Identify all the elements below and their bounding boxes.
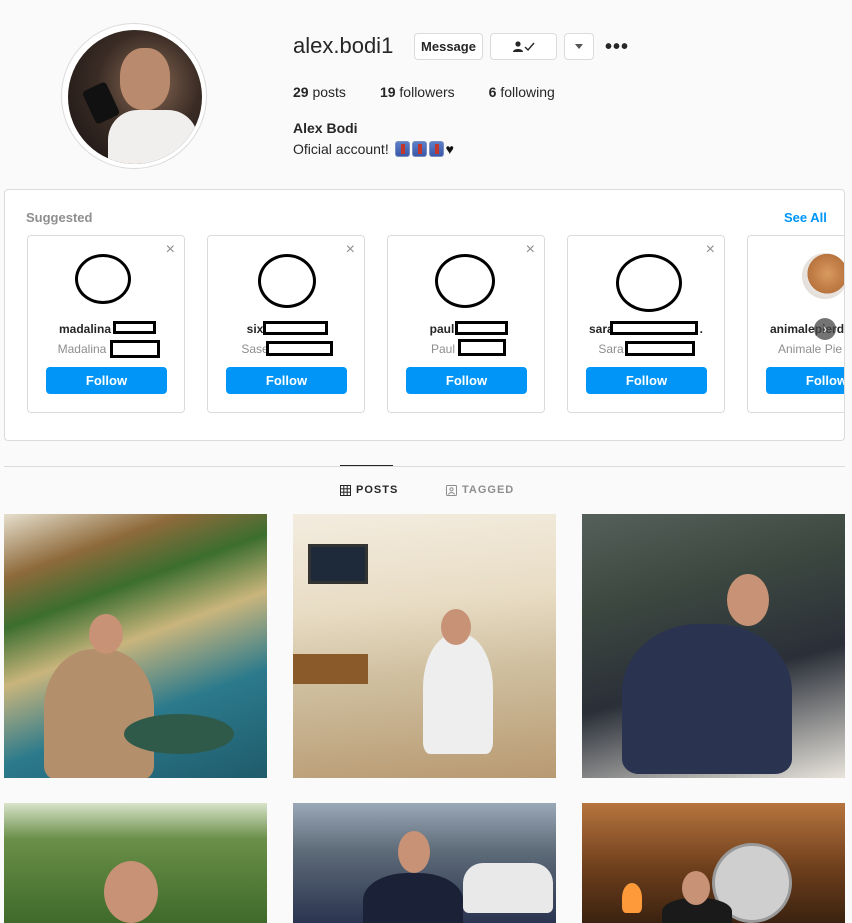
following-label: following bbox=[500, 84, 555, 100]
suggestion-card: animalepierd › Animale Pie Follow bbox=[747, 235, 844, 413]
avatar-face bbox=[120, 48, 170, 110]
dismiss-icon[interactable]: × bbox=[346, 241, 355, 259]
photo-subject-head bbox=[727, 574, 769, 626]
suggestion-card: × six Sase Follow bbox=[207, 235, 365, 413]
caret-down-icon bbox=[575, 44, 583, 49]
following-button[interactable] bbox=[490, 33, 557, 60]
redacted-avatar[interactable] bbox=[616, 254, 682, 312]
profile-stats: 29 posts 19 followers 6 following bbox=[293, 84, 589, 100]
suggestion-card: × sara. Sara Follow bbox=[567, 235, 725, 413]
photo-fireplace bbox=[622, 883, 642, 913]
see-all-link[interactable]: See All bbox=[784, 210, 827, 225]
post-thumbnail[interactable] bbox=[293, 514, 556, 778]
photo-subject-head bbox=[441, 609, 471, 645]
profile-full-name: Alex Bodi bbox=[293, 120, 358, 136]
message-button[interactable]: Message bbox=[414, 33, 483, 60]
post-thumbnail[interactable] bbox=[4, 514, 267, 778]
photo-screen bbox=[308, 544, 368, 584]
profile-bio: Oficial account! ♥ bbox=[293, 141, 454, 157]
chevron-right-icon[interactable]: › bbox=[814, 318, 836, 340]
person-check-icon bbox=[512, 40, 535, 52]
suggested-title: Suggested bbox=[26, 210, 93, 225]
followers-stat[interactable]: 19 followers bbox=[380, 84, 455, 100]
following-count: 6 bbox=[488, 84, 497, 100]
followers-label: followers bbox=[399, 84, 455, 100]
photo-subject bbox=[44, 649, 154, 778]
suggestion-subtitle: Animale Pie bbox=[778, 342, 843, 356]
tagged-person-icon bbox=[446, 484, 457, 496]
avatar[interactable] bbox=[68, 30, 202, 164]
followers-count: 19 bbox=[379, 84, 396, 100]
suggestion-username[interactable]: madalina bbox=[28, 322, 184, 336]
suggestion-card: × paul Paul Follow bbox=[387, 235, 545, 413]
follow-button[interactable]: Follow bbox=[226, 367, 347, 394]
suggestion-subtitle: Madalina bbox=[57, 342, 107, 356]
redaction-box bbox=[266, 341, 333, 356]
redacted-avatar[interactable] bbox=[435, 254, 495, 308]
tab-tagged[interactable]: TAGGED bbox=[446, 484, 514, 496]
active-tab-indicator bbox=[340, 465, 393, 466]
tab-posts[interactable]: POSTS bbox=[340, 484, 398, 496]
post-thumbnail[interactable] bbox=[4, 803, 267, 923]
redacted-avatar[interactable] bbox=[258, 254, 316, 308]
suggested-accounts-panel: Suggested See All × madalina Madalina Fo… bbox=[4, 189, 845, 441]
photo-subject bbox=[363, 873, 463, 923]
dismiss-icon[interactable]: × bbox=[166, 241, 175, 259]
follow-button[interactable]: Follow bbox=[46, 367, 167, 394]
bio-text: Oficial account! bbox=[293, 141, 389, 157]
redacted-avatar[interactable] bbox=[75, 254, 131, 304]
black-heart-icon: ♥ bbox=[445, 141, 454, 157]
follow-button[interactable]: Follow bbox=[406, 367, 527, 394]
photo-subject-head bbox=[682, 871, 710, 905]
grid-icon bbox=[340, 484, 351, 496]
photo-subject-head bbox=[89, 614, 123, 654]
suggestions-dropdown-button[interactable] bbox=[564, 33, 594, 60]
dog-avatar[interactable] bbox=[802, 253, 844, 299]
photo-subject-head bbox=[398, 831, 430, 873]
photo-table bbox=[124, 714, 234, 754]
redaction-box bbox=[455, 321, 508, 335]
post-thumbnail[interactable] bbox=[293, 803, 556, 923]
follow-button[interactable]: Follow bbox=[766, 367, 844, 394]
avatar-shirt bbox=[108, 110, 198, 164]
tab-tagged-label: TAGGED bbox=[462, 484, 515, 496]
posts-count: 29 bbox=[293, 84, 309, 100]
dismiss-icon[interactable]: × bbox=[706, 241, 715, 259]
redaction-box bbox=[625, 341, 695, 356]
redaction-box bbox=[263, 321, 328, 335]
redaction-box bbox=[610, 321, 698, 335]
avatar-phone bbox=[81, 81, 121, 125]
post-thumbnail[interactable] bbox=[582, 803, 845, 923]
posts-stat[interactable]: 29 posts bbox=[293, 84, 346, 100]
tab-posts-label: POSTS bbox=[356, 484, 399, 496]
redaction-box bbox=[113, 321, 156, 334]
photo-car bbox=[463, 863, 553, 913]
redaction-box bbox=[458, 339, 506, 356]
more-options-icon[interactable]: ••• bbox=[604, 34, 630, 60]
dismiss-icon[interactable]: × bbox=[526, 241, 535, 259]
photo-subject bbox=[423, 634, 493, 754]
post-thumbnail[interactable] bbox=[582, 514, 845, 778]
profile-username: alex.bodi1 bbox=[293, 33, 394, 58]
follow-button[interactable]: Follow bbox=[586, 367, 707, 394]
photo-subject bbox=[622, 624, 792, 774]
photo-subject-head bbox=[104, 861, 158, 923]
man-in-suit-emoji-icon bbox=[428, 141, 444, 157]
suggestion-card: × madalina Madalina Follow bbox=[27, 235, 185, 413]
man-in-suit-emoji-icon bbox=[411, 141, 427, 157]
tabs-divider bbox=[4, 466, 845, 467]
redaction-box bbox=[110, 340, 160, 358]
following-stat[interactable]: 6 following bbox=[489, 84, 555, 100]
photo-table bbox=[293, 654, 368, 684]
posts-label: posts bbox=[312, 84, 346, 100]
man-in-suit-emoji-icon bbox=[394, 141, 410, 157]
